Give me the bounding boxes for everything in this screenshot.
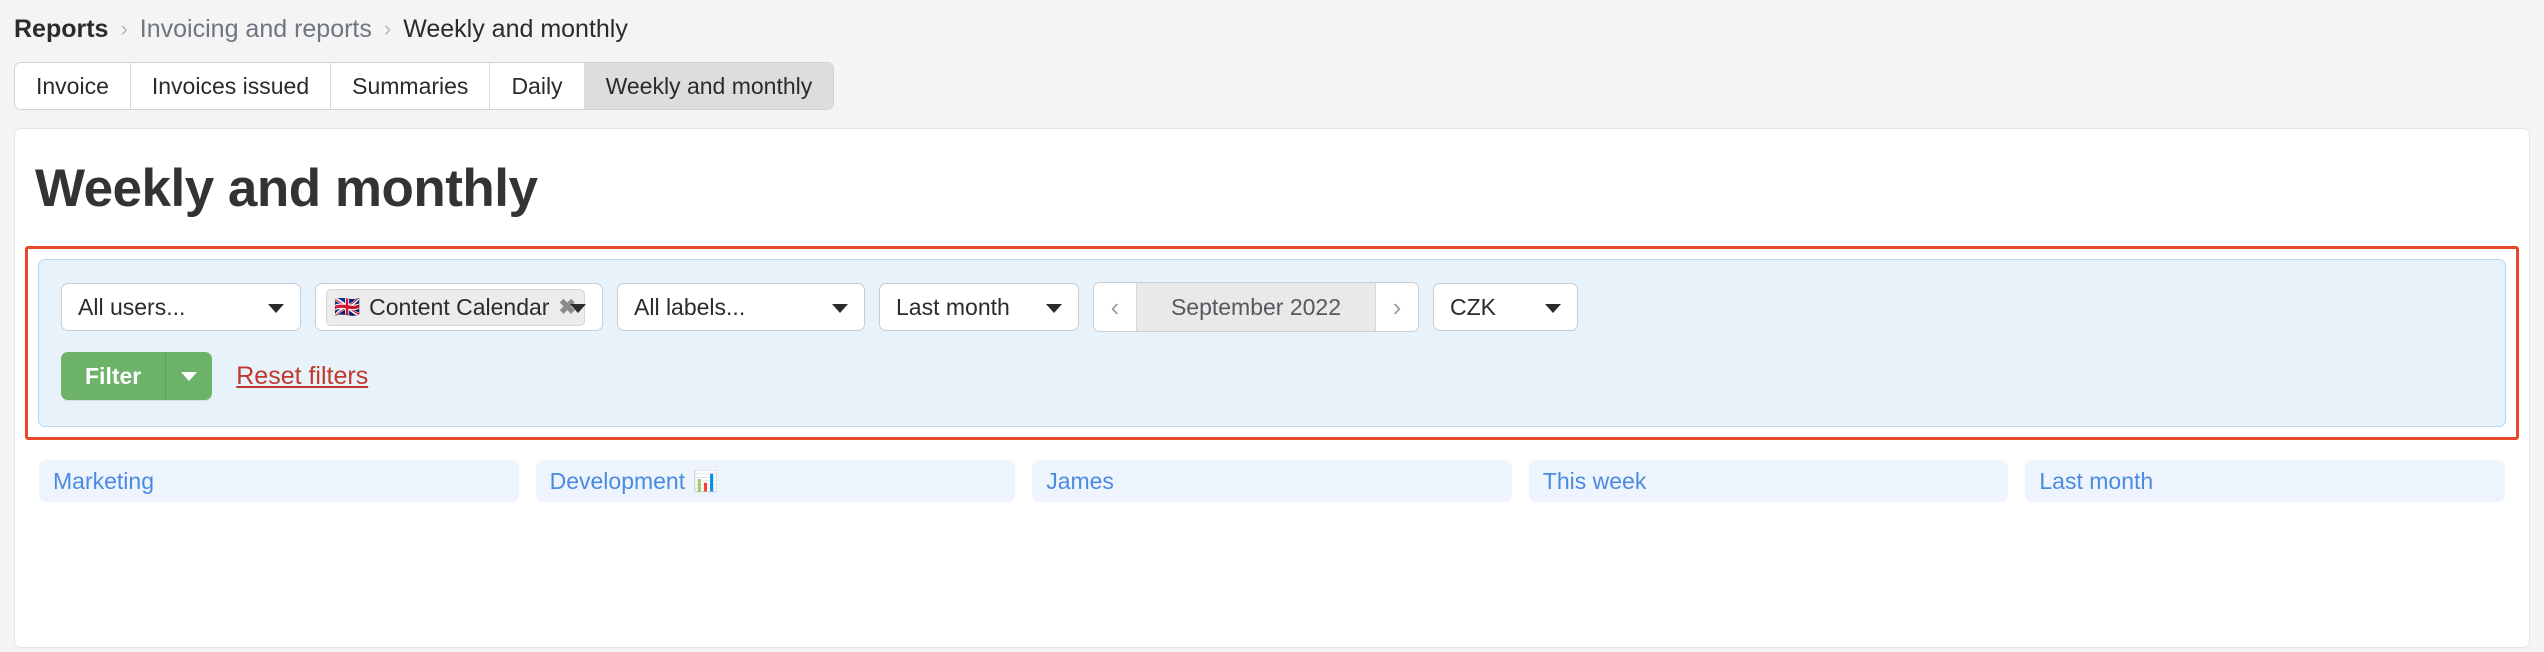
chip-label: This week xyxy=(1542,467,1647,494)
bar-chart-icon: 📊 xyxy=(693,470,719,493)
currency-select-value: CZK xyxy=(1450,293,1496,320)
chip-this-week[interactable]: This week xyxy=(1528,460,2009,503)
chevron-down-icon xyxy=(1046,304,1062,314)
selected-tag-content-calendar[interactable]: 🇬🇧 Content Calendar ✖ xyxy=(326,288,586,326)
chip-marketing[interactable]: Marketing xyxy=(39,460,519,503)
chip-label: Last month xyxy=(2039,467,2154,494)
breadcrumb-separator-icon: › xyxy=(383,16,392,41)
chevron-down-icon xyxy=(570,304,586,314)
filter-controls-row: All users... 🇬🇧 Content Calendar ✖ All l… xyxy=(61,282,2483,333)
tab-daily[interactable]: Daily xyxy=(490,63,585,109)
filter-panel-highlight: All users... 🇬🇧 Content Calendar ✖ All l… xyxy=(25,246,2519,441)
tab-invoice[interactable]: Invoice xyxy=(15,63,131,109)
chip-last-month[interactable]: Last month xyxy=(2025,460,2505,503)
filter-split-button: Filter xyxy=(61,352,213,401)
report-tabs: Invoice Invoices issued Summaries Daily … xyxy=(14,62,835,110)
month-stepper: ‹ September 2022 › xyxy=(1093,282,1419,333)
filter-panel: All users... 🇬🇧 Content Calendar ✖ All l… xyxy=(38,259,2506,428)
breadcrumb-item-weekly-and-monthly: Weekly and monthly xyxy=(403,14,628,43)
users-select-value: All users... xyxy=(78,293,186,320)
period-select-value: Last month xyxy=(896,293,1010,320)
chip-label: Development xyxy=(549,467,686,494)
current-month-value[interactable]: September 2022 xyxy=(1137,283,1375,332)
currency-select[interactable]: CZK xyxy=(1433,283,1578,332)
breadcrumb: Reports › Invoicing and reports › Weekly… xyxy=(0,0,2544,46)
selected-tag-label: Content Calendar xyxy=(369,293,550,320)
filter-actions-row: Filter Reset filters xyxy=(61,352,2483,401)
tab-summaries[interactable]: Summaries xyxy=(331,63,491,109)
breadcrumb-separator-icon: › xyxy=(120,16,128,41)
report-card: Weekly and monthly All users... 🇬🇧 Conte… xyxy=(14,128,2530,648)
users-select[interactable]: All users... xyxy=(61,283,301,332)
chip-development[interactable]: Development 📊 xyxy=(535,460,1016,503)
chevron-down-icon xyxy=(181,371,198,381)
tab-weekly-and-monthly[interactable]: Weekly and monthly xyxy=(584,63,834,109)
next-month-button[interactable]: › xyxy=(1375,283,1418,332)
page-title: Weekly and monthly xyxy=(35,159,538,218)
breadcrumb-item-invoicing-and-reports[interactable]: Invoicing and reports xyxy=(140,15,372,44)
chevron-down-icon xyxy=(268,304,284,314)
chip-label: James xyxy=(1046,467,1114,494)
labels-select-value: All labels... xyxy=(634,293,746,320)
chevron-down-icon xyxy=(832,304,848,314)
chip-label: Marketing xyxy=(53,467,154,494)
saved-filter-chips: Marketing Development 📊 James This week … xyxy=(39,460,2505,503)
period-select[interactable]: Last month xyxy=(879,283,1079,332)
reset-filters-link[interactable]: Reset filters xyxy=(236,362,368,391)
uk-flag-icon: 🇬🇧 xyxy=(334,295,361,319)
breadcrumb-item-reports[interactable]: Reports xyxy=(14,15,108,44)
labels-select[interactable]: All labels... xyxy=(617,283,865,332)
chip-james[interactable]: James xyxy=(1032,460,1512,503)
filter-button[interactable]: Filter xyxy=(61,352,167,401)
chevron-down-icon xyxy=(1545,304,1561,314)
filter-options-button[interactable] xyxy=(166,352,213,401)
tab-invoices-issued[interactable]: Invoices issued xyxy=(130,63,332,109)
tags-select[interactable]: 🇬🇧 Content Calendar ✖ xyxy=(315,283,603,332)
previous-month-button[interactable]: ‹ xyxy=(1094,283,1137,332)
